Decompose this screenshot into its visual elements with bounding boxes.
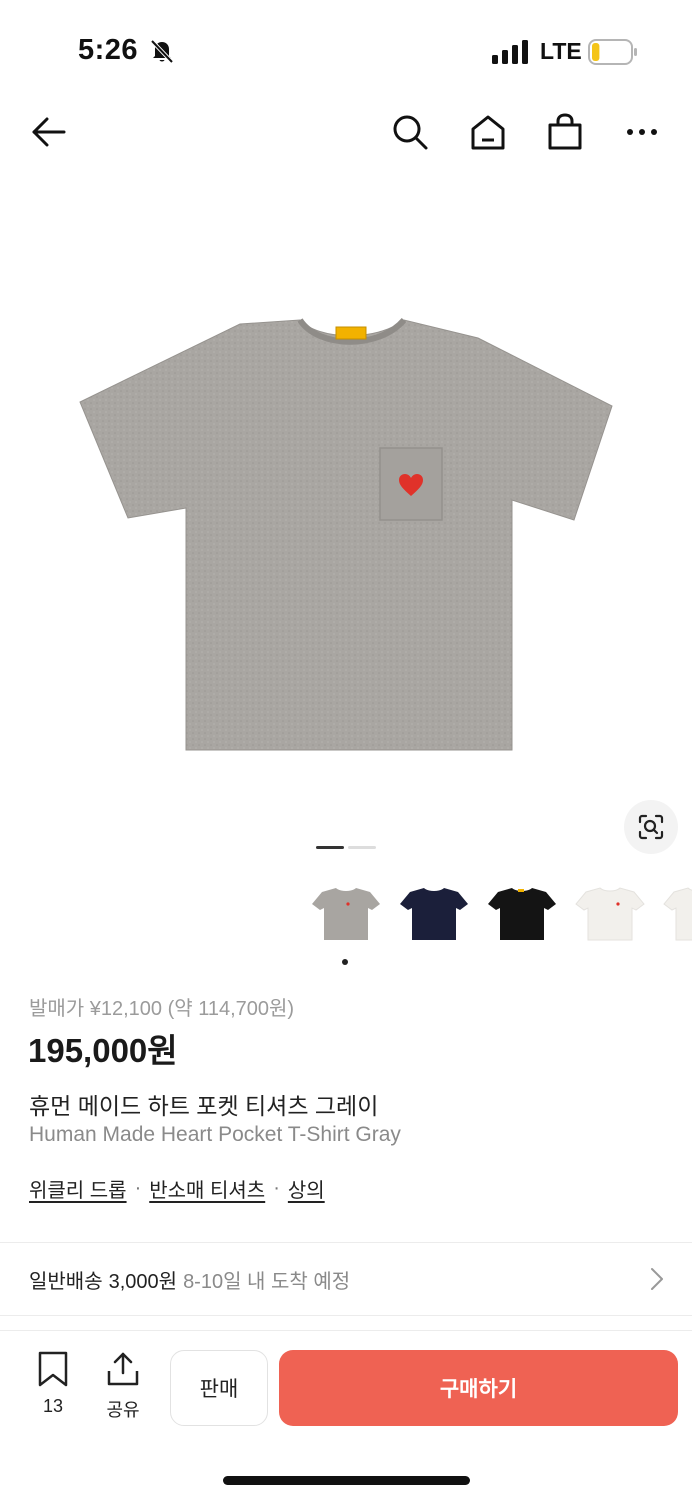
- sell-button[interactable]: 판매: [170, 1350, 268, 1426]
- bookmark-icon: [38, 1351, 68, 1387]
- back-button[interactable]: [24, 108, 72, 156]
- image-search-button[interactable]: [624, 800, 678, 854]
- buy-button[interactable]: 구매하기: [279, 1350, 678, 1426]
- category-separator: ·: [273, 1177, 280, 1199]
- thumbnail-white[interactable]: [572, 878, 648, 954]
- divider: [0, 1315, 692, 1316]
- thumbnail-white-2[interactable]: [660, 878, 692, 954]
- network-type: LTE: [540, 38, 582, 64]
- status-time: 5:26: [78, 34, 139, 66]
- pager-dot: [348, 846, 376, 849]
- bookmark-count: 13: [42, 1396, 64, 1416]
- category-links: 위클리 드롭 · 반소매 티셔츠 · 상의: [29, 1174, 325, 1203]
- shipping-info-row[interactable]: 일반배송 3,000원 8-10일 내 도착 예정: [0, 1243, 692, 1315]
- category-link-weekly-drop[interactable]: 위클리 드롭: [29, 1174, 127, 1203]
- search-icon: [393, 115, 428, 150]
- price: 195,000원: [28, 1032, 178, 1069]
- product-name-korean: 휴먼 메이드 하트 포켓 티셔츠 그레이: [29, 1093, 379, 1119]
- thumbnail-gray[interactable]: [308, 878, 384, 954]
- product-image[interactable]: [0, 180, 692, 870]
- tshirt-illustration: [79, 317, 613, 751]
- bottom-action-bar: 13 공유 판매 구매하기: [0, 1330, 692, 1440]
- back-arrow-icon: [32, 117, 66, 147]
- more-button[interactable]: [618, 108, 666, 156]
- thumbnail-black[interactable]: [484, 878, 560, 954]
- shipping-eta: 8-10일 내 도착 예정: [183, 1270, 351, 1293]
- home-indicator[interactable]: [223, 1476, 470, 1485]
- category-link-tops[interactable]: 상의: [288, 1174, 325, 1203]
- category-separator: ·: [134, 1177, 142, 1199]
- share-button[interactable]: 공유: [98, 1351, 148, 1421]
- more-icon: [627, 129, 657, 135]
- bell-muted-icon: [150, 39, 174, 64]
- share-icon: [107, 1352, 139, 1386]
- cart-button[interactable]: [541, 108, 589, 156]
- home-button[interactable]: [464, 108, 512, 156]
- chevron-right-icon: [651, 1268, 663, 1290]
- image-pager: [316, 846, 376, 850]
- status-bar: 5:26 LTE: [0, 0, 692, 100]
- bookmark-button[interactable]: 13: [28, 1351, 78, 1421]
- category-link-short-sleeve[interactable]: 반소매 티셔츠: [149, 1174, 265, 1203]
- thumbnail-navy[interactable]: [396, 878, 472, 954]
- color-thumbnails: [308, 878, 692, 958]
- thumbnail-selected-indicator: [342, 959, 348, 965]
- battery-icon: [588, 39, 637, 65]
- release-price: 발매가 ¥12,100 (약 114,700원): [29, 998, 295, 1020]
- shipping-fee: 3,000원: [108, 1270, 178, 1293]
- search-button[interactable]: [386, 108, 434, 156]
- cellular-signal-icon: [492, 40, 528, 64]
- shopping-bag-icon: [548, 113, 582, 150]
- home-icon: [471, 115, 505, 150]
- pager-dot-active: [316, 846, 344, 849]
- lens-scan-icon: [638, 814, 664, 840]
- share-label: 공유: [106, 1400, 140, 1420]
- product-name-english: Human Made Heart Pocket T-Shirt Gray: [29, 1123, 401, 1146]
- shipping-label: 일반배송: [29, 1270, 103, 1293]
